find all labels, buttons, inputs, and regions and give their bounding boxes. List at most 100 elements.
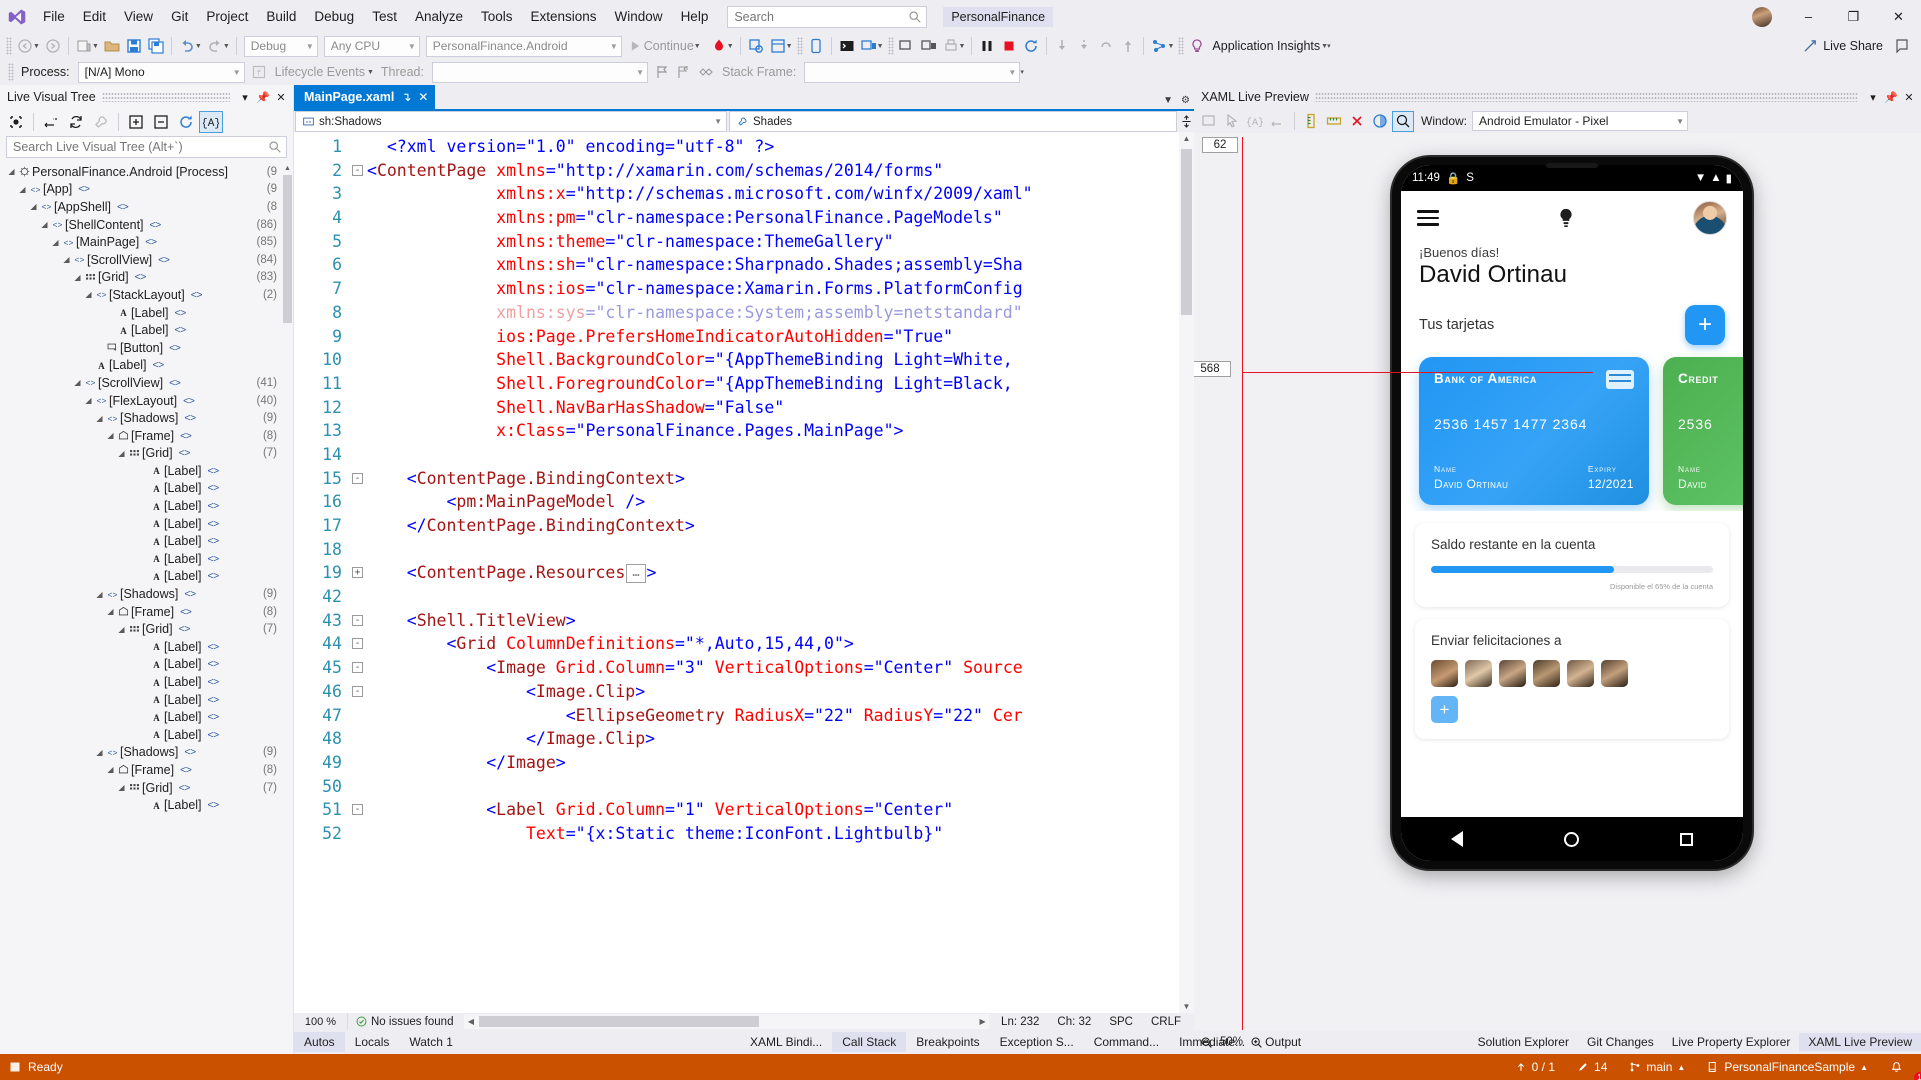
pending-changes-status[interactable]: 14	[1566, 1054, 1618, 1080]
navbar-element-combo[interactable]: <> sh:Shadows ▼	[295, 111, 727, 132]
ruler-vertical-icon[interactable]	[1300, 111, 1322, 132]
expand-region-icon[interactable]: +	[352, 567, 363, 579]
xml-tag-icon[interactable]: <>	[177, 623, 191, 635]
code-text[interactable]: <ContentPage.Resources… >	[367, 561, 656, 585]
lifecycle-events-label[interactable]: Lifecycle Events	[270, 65, 370, 79]
stop-icon[interactable]	[998, 35, 1020, 57]
color-picker-icon[interactable]	[1369, 111, 1391, 132]
back-button-icon[interactable]	[1451, 831, 1464, 847]
notifications-status[interactable]: 1	[1879, 1054, 1921, 1080]
tree-node[interactable]: A [Label] <>	[0, 321, 293, 339]
phone-screen[interactable]: 11:49 🔒 S ▼ ▲ ▮ ¡Buenos días! David Orti…	[1401, 165, 1743, 861]
code-text[interactable]: xmlns:sys="clr-namespace:System;assembly…	[367, 301, 1023, 325]
menu-item-git[interactable]: Git	[162, 4, 197, 30]
android-emulator-preview[interactable]: 11:49 🔒 S ▼ ▲ ▮ ¡Buenos días! David Orti…	[1392, 157, 1752, 869]
menu-item-help[interactable]: Help	[672, 4, 718, 30]
window-select-icon[interactable]	[1198, 111, 1220, 132]
debug-tab-xaml-bindi-[interactable]: XAML Bindi...	[740, 1032, 832, 1052]
code-line[interactable]: 49 </Image>	[294, 751, 1194, 775]
tree-node[interactable]: ◢ <> [StackLayout] <> (2)	[0, 286, 293, 304]
code-line[interactable]: 12 Shell.NavBarHasShadow="False"	[294, 396, 1194, 420]
issues-indicator[interactable]: No issues found	[348, 1016, 461, 1028]
collapse-region-icon[interactable]: -	[352, 638, 363, 650]
code-line[interactable]: 9 ios:Page.PrefersHomeIndicatorAutoHidde…	[294, 325, 1194, 349]
debug-tab-output[interactable]: Output	[1255, 1032, 1311, 1052]
code-line[interactable]: 50	[294, 775, 1194, 799]
fold-gutter[interactable]	[350, 301, 367, 325]
tree-node[interactable]: ◢ <> [Shadows] <> (9)	[0, 585, 293, 603]
code-text[interactable]: x:Class="PersonalFinance.Pages.MainPage"…	[367, 419, 903, 443]
expand-arrow-icon[interactable]: ◢	[94, 414, 105, 423]
chevron-down-icon[interactable]: ▼	[694, 43, 701, 50]
contact-avatar[interactable]	[1431, 660, 1458, 687]
fold-gutter[interactable]	[350, 704, 367, 728]
code-line[interactable]: 13 x:Class="PersonalFinance.Pages.MainPa…	[294, 419, 1194, 443]
preview-stage[interactable]: 62 568 11:49 🔒 S ▼ ▲ ▮ ¡Buenos días! Dav…	[1194, 133, 1921, 1030]
code-line[interactable]: 17 </ContentPage.BindingContext>	[294, 514, 1194, 538]
code-line[interactable]: 5 xmlns:theme="clr-namespace:ThemeGaller…	[294, 230, 1194, 254]
code-line[interactable]: 44- <Grid ColumnDefinitions="*,Auto,15,4…	[294, 632, 1194, 656]
menu-item-test[interactable]: Test	[363, 4, 406, 30]
debug-tab-locals[interactable]: Locals	[345, 1032, 400, 1052]
horizontal-guide-line[interactable]	[1242, 372, 1593, 373]
debug-tab-autos[interactable]: Autos	[294, 1032, 345, 1052]
code-line[interactable]: 7 xmlns:ios="clr-namespace:Xamarin.Forms…	[294, 277, 1194, 301]
code-line[interactable]: 3 xmlns:x="http://schemas.microsoft.com/…	[294, 182, 1194, 206]
fold-gutter[interactable]	[350, 348, 367, 372]
overflow-caret[interactable]: ▾	[1327, 42, 1331, 50]
reload-tree-icon[interactable]	[174, 111, 198, 133]
hscrollbar-thumb[interactable]	[479, 1016, 760, 1027]
step-into-icon[interactable]	[1051, 35, 1073, 57]
code-line[interactable]: 47 <EllipseGeometry RadiusX="22" RadiusY…	[294, 704, 1194, 728]
expand-arrow-icon[interactable]: ◢	[116, 449, 127, 458]
contact-avatars[interactable]	[1431, 660, 1713, 687]
tree-node[interactable]: ◢ <> [AppShell] <> (8	[0, 198, 293, 216]
code-line[interactable]: 6 xmlns:sh="clr-namespace:Sharpnado.Shad…	[294, 253, 1194, 277]
xml-tag-icon[interactable]: <>	[206, 570, 220, 582]
code-text[interactable]: <Label Grid.Column="1" VerticalOptions="…	[367, 798, 953, 822]
expand-arrow-icon[interactable]: ◢	[39, 220, 50, 229]
menu-item-project[interactable]: Project	[197, 4, 257, 30]
code-line[interactable]: 48 </Image.Clip>	[294, 727, 1194, 751]
step-over-icon[interactable]	[1073, 35, 1095, 57]
debug-tab-immediate-[interactable]: Immediate...	[1169, 1032, 1255, 1052]
xml-tag-icon[interactable]: <>	[206, 711, 220, 723]
code-text[interactable]: <Grid ColumnDefinitions="*,Auto,15,44,0"…	[367, 632, 853, 656]
menu-item-file[interactable]: File	[34, 4, 74, 30]
dock-tab-xaml-live-preview[interactable]: XAML Live Preview	[1799, 1033, 1921, 1051]
code-line[interactable]: 2- <ContentPage xmlns="http://xamarin.com…	[294, 159, 1194, 183]
navigate-forward-icon[interactable]	[42, 35, 64, 57]
fold-gutter[interactable]	[350, 419, 367, 443]
menu-item-edit[interactable]: Edit	[74, 4, 115, 30]
tree-node[interactable]: ◢ [Frame] <> (8)	[0, 427, 293, 445]
close-button[interactable]: ✕	[1876, 0, 1921, 33]
expand-arrow-icon[interactable]: ◢	[28, 202, 39, 211]
hamburger-menu-icon[interactable]	[1417, 206, 1439, 230]
code-text[interactable]: <ContentPage.BindingContext>	[367, 467, 685, 491]
tree-node[interactable]: ◢ [Grid] <> (7)	[0, 445, 293, 463]
xml-tag-icon[interactable]: <>	[182, 412, 196, 424]
xml-tag-icon[interactable]: <>	[206, 535, 220, 547]
xml-tag-icon[interactable]: <>	[206, 482, 220, 494]
menu-item-window[interactable]: Window	[606, 4, 672, 30]
xml-tag-icon[interactable]: <>	[206, 500, 220, 512]
editor-settings-gear-icon[interactable]: ⚙	[1181, 95, 1190, 106]
code-line[interactable]: 8 xmlns:sys="clr-namespace:System;assemb…	[294, 301, 1194, 325]
tree-node[interactable]: A [Label] <>	[0, 462, 293, 480]
visual-tree[interactable]: ▲ ◢ PersonalFinance.Android [Process] (9 ◢ <…	[0, 161, 293, 1054]
tree-node[interactable]: A [Label] <>	[0, 568, 293, 586]
layout-guides-icon[interactable]	[1267, 111, 1289, 132]
editor-vertical-scrollbar[interactable]: ▲ ▼	[1179, 132, 1194, 1013]
preview-selection-icon[interactable]: {A}	[199, 110, 223, 133]
collapse-region-icon[interactable]: -	[352, 164, 363, 176]
code-text[interactable]: <?xml version="1.0" encoding="utf-8" ?>	[367, 135, 774, 159]
close-icon[interactable]: ✕	[418, 90, 428, 104]
code-line[interactable]: 14	[294, 443, 1194, 467]
tree-node[interactable]: ◢ <> [ShellContent] <> (86)	[0, 216, 293, 234]
collapse-region-icon[interactable]: -	[352, 662, 363, 674]
fold-gutter[interactable]	[350, 253, 367, 277]
fold-gutter[interactable]	[350, 372, 367, 396]
contact-avatar[interactable]	[1499, 660, 1526, 687]
collapsed-region-box[interactable]: …	[626, 564, 646, 584]
tree-node[interactable]: A [Label] <>	[0, 304, 293, 322]
